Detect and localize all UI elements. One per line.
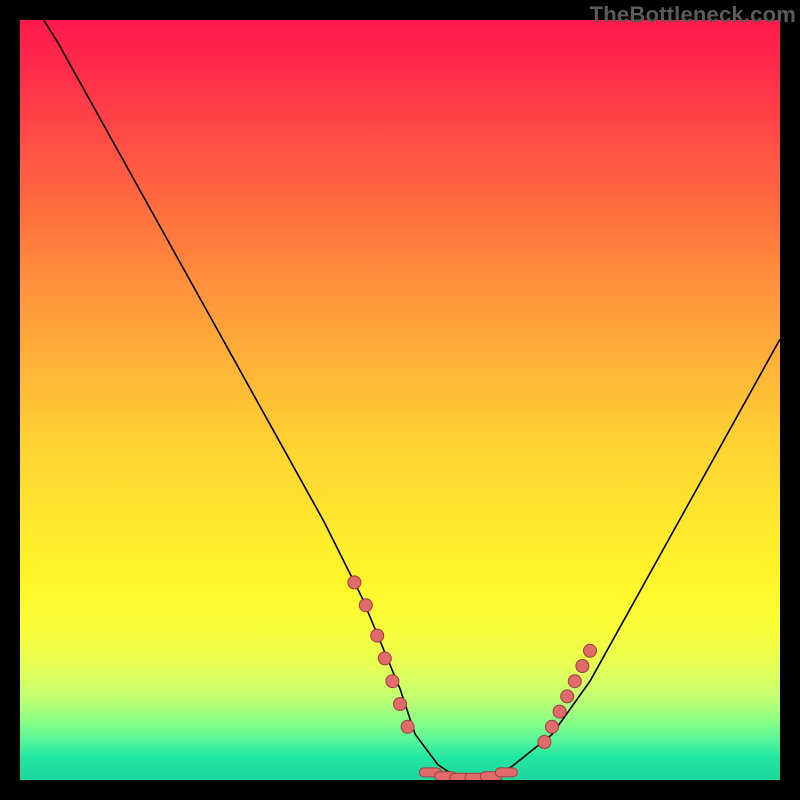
data-marker xyxy=(386,675,399,688)
bottleneck-curve xyxy=(20,20,780,780)
data-marker xyxy=(348,576,361,589)
data-marker xyxy=(359,599,372,612)
chart-svg xyxy=(20,20,780,780)
data-marker xyxy=(561,690,574,703)
watermark-text: TheBottleneck.com xyxy=(590,2,796,28)
data-marker xyxy=(538,736,551,749)
chart-frame: TheBottleneck.com xyxy=(0,0,800,800)
data-marker xyxy=(401,720,414,733)
plot-area xyxy=(20,20,780,780)
data-marker xyxy=(378,652,391,665)
data-marker xyxy=(394,698,407,711)
data-marker xyxy=(371,629,384,642)
data-marker xyxy=(576,660,589,673)
data-marker xyxy=(546,720,559,733)
data-marker xyxy=(553,705,566,718)
data-marker xyxy=(584,644,597,657)
data-marker-dash xyxy=(495,768,517,777)
marker-group xyxy=(348,576,597,780)
data-marker xyxy=(568,675,581,688)
